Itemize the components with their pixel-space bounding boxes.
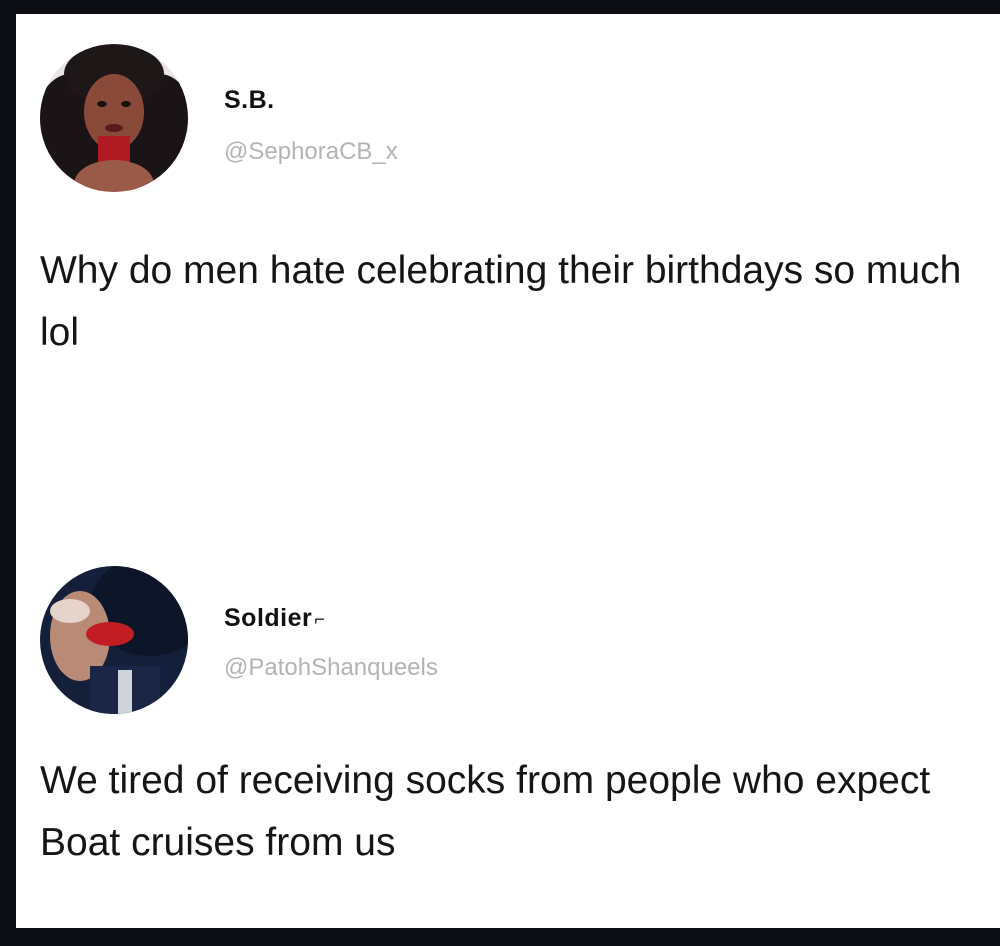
- name-emoji-icon: ⌐: [314, 608, 326, 629]
- tweet-text: We tired of receiving socks from people …: [40, 759, 931, 864]
- screenshot-card: S.B. @SephoraCB_x Why do men hate celebr…: [16, 14, 1000, 928]
- tweet-text: Why do men hate celebrating their birthd…: [40, 249, 962, 354]
- display-name[interactable]: S.B.: [224, 86, 275, 115]
- avatar[interactable]: [40, 566, 188, 714]
- display-name[interactable]: Soldier ⌐: [224, 604, 325, 633]
- avatar[interactable]: [40, 44, 188, 192]
- user-handle[interactable]: @PatohShanqueels: [224, 654, 438, 682]
- user-handle[interactable]: @SephoraCB_x: [224, 138, 398, 166]
- profile-photo-icon: [40, 566, 188, 714]
- profile-photo-icon: [40, 44, 188, 192]
